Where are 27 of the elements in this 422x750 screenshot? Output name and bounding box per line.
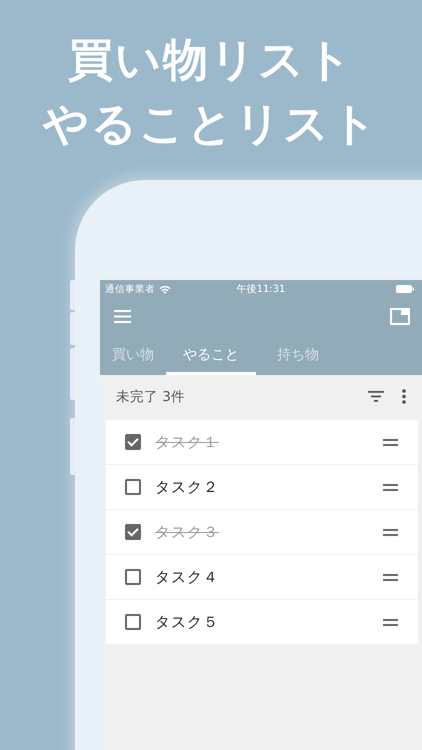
task-label: タスク５	[155, 612, 220, 632]
tab[interactable]: 買い物	[100, 335, 166, 375]
task-label: タスク１	[155, 432, 220, 452]
drag-handle-icon[interactable]	[383, 438, 398, 446]
checkbox[interactable]	[125, 569, 141, 585]
carrier-name: 通信事業者	[105, 282, 155, 296]
checkbox[interactable]	[125, 524, 141, 540]
tab[interactable]: 持ち物	[256, 335, 340, 375]
drag-handle-icon[interactable]	[383, 528, 398, 536]
filter-icon[interactable]	[368, 391, 384, 402]
drag-handle-icon[interactable]	[383, 574, 398, 580]
incomplete-count: 未完了 3件	[116, 388, 186, 406]
task-label: タスク２	[155, 478, 220, 496]
headline: 買い物リスト	[68, 32, 354, 88]
checkbox[interactable]	[125, 434, 141, 450]
checkbox[interactable]	[125, 479, 141, 495]
more-icon[interactable]	[402, 389, 406, 404]
checkbox[interactable]	[125, 614, 141, 630]
drag-handle-icon[interactable]	[383, 484, 398, 490]
status-time: 午後11:31	[236, 284, 286, 295]
tab[interactable]: やること	[166, 335, 256, 375]
headline: やることリスト	[43, 96, 379, 152]
wifi-icon	[159, 284, 171, 294]
task-label: タスク３	[155, 522, 220, 542]
drag-handle-icon[interactable]	[383, 618, 398, 626]
task-label: タスク４	[155, 568, 220, 586]
battery-icon	[396, 285, 414, 293]
